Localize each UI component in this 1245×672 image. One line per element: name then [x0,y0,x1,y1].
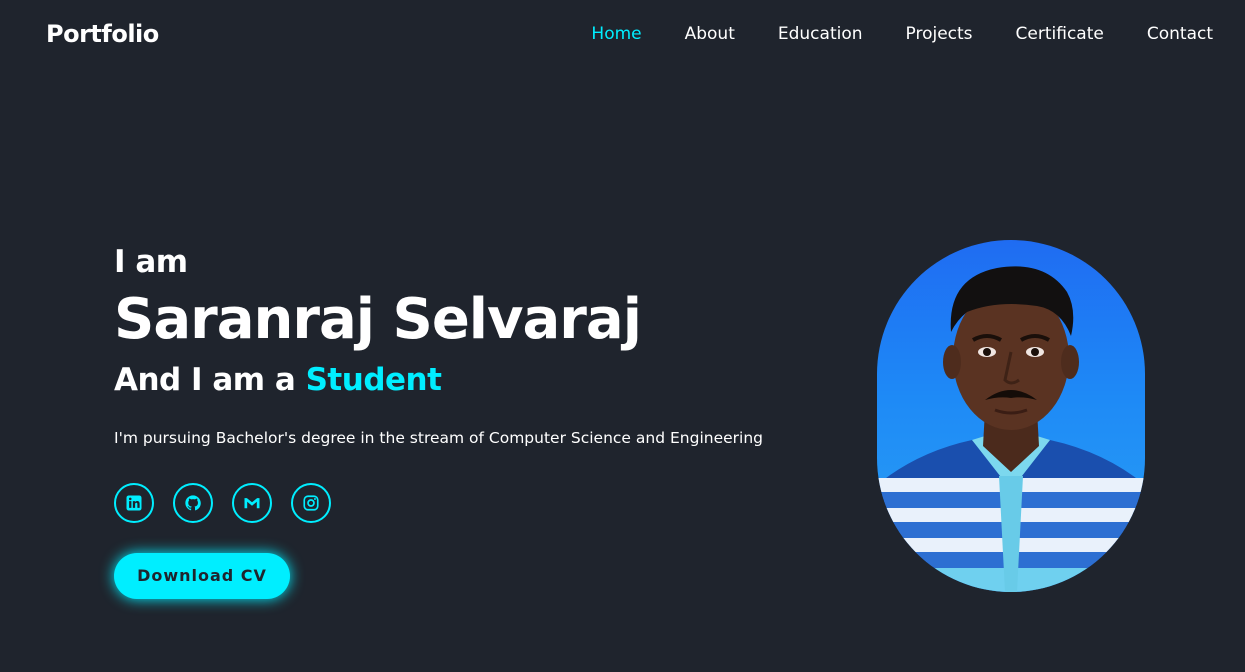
gmail-link[interactable] [232,483,272,523]
download-cv-button[interactable]: Download CV [114,553,290,599]
instagram-link[interactable] [291,483,331,523]
github-link[interactable] [173,483,213,523]
main-nav: Home About Education Projects Certificat… [548,24,1213,44]
hero-name: Saranraj Selvaraj [114,287,642,352]
social-links [114,483,814,523]
logo[interactable]: Portfolio [46,20,159,48]
hero-intro: I am [114,244,188,280]
gmail-icon [244,498,260,509]
profile-photo-illustration [877,266,1145,592]
github-icon [185,495,201,511]
linkedin-icon [126,495,142,511]
hero-description: I'm pursuing Bachelor's degree in the st… [114,429,763,447]
hero-role: And I am a Student [114,358,814,402]
nav-certificate[interactable]: Certificate [1016,24,1104,44]
hero-content: I am Saranraj Selvaraj And I am a Studen… [114,240,814,599]
nav-home[interactable]: Home [591,24,641,44]
profile-photo [877,240,1145,592]
site-header: Portfolio Home About Education Projects … [0,0,1245,68]
role-highlight: Student [305,362,442,398]
role-prefix: And I am a [114,362,306,398]
nav-contact[interactable]: Contact [1147,24,1213,44]
nav-projects[interactable]: Projects [906,24,973,44]
nav-education[interactable]: Education [778,24,863,44]
portfolio-page: Portfolio Home About Education Projects … [0,0,1245,672]
linkedin-link[interactable] [114,483,154,523]
instagram-icon [303,495,319,511]
nav-about[interactable]: About [685,24,735,44]
